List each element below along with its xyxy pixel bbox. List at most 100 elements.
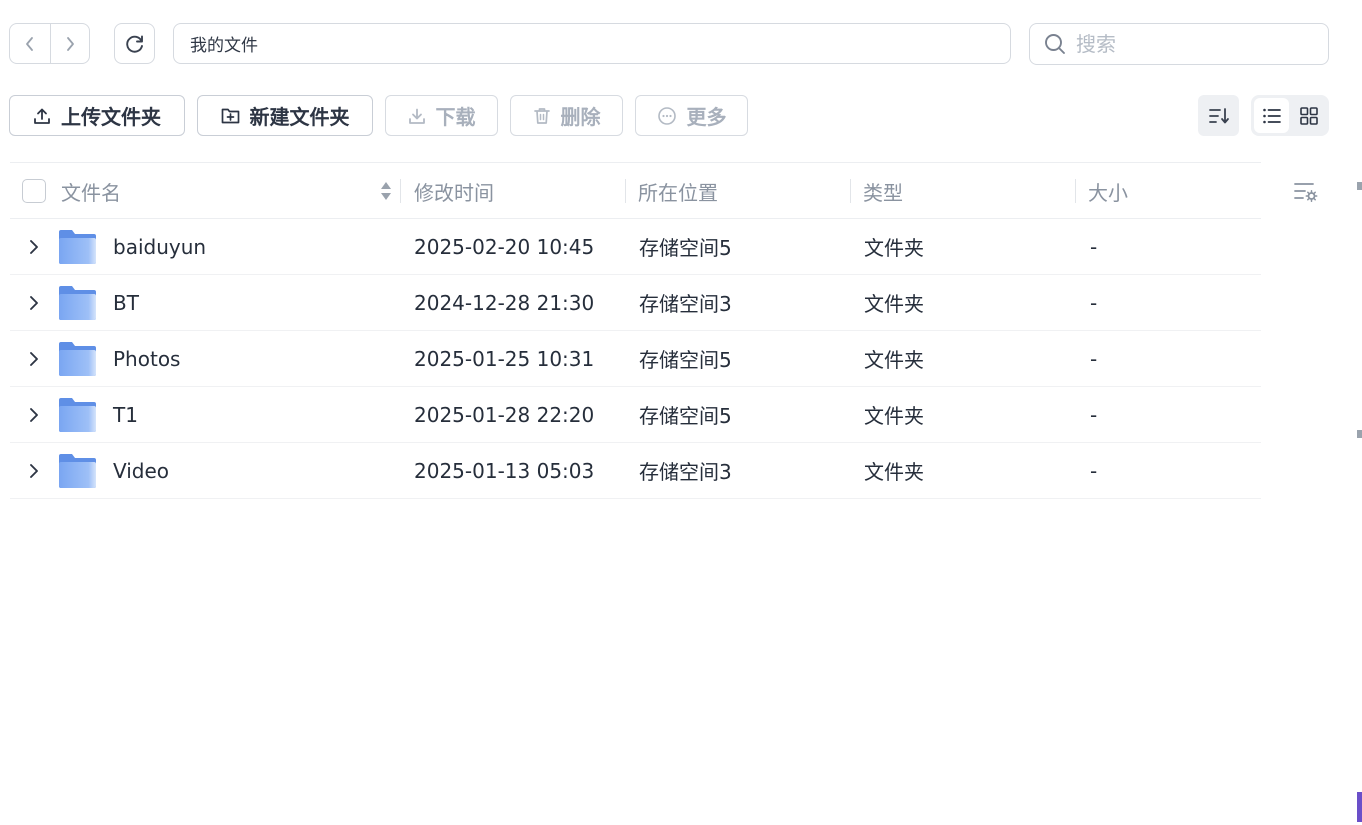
- location: 存储空间5: [639, 348, 732, 372]
- search-box[interactable]: [1029, 23, 1329, 65]
- column-separator[interactable]: [1075, 179, 1076, 203]
- size: -: [1090, 402, 1098, 427]
- window-edge: [1357, 182, 1362, 190]
- grid-view-button[interactable]: [1291, 98, 1326, 133]
- location: 存储空间3: [639, 460, 732, 484]
- column-separator[interactable]: [850, 179, 851, 203]
- column-settings-button[interactable]: [1292, 178, 1320, 206]
- file-name[interactable]: T1: [113, 387, 138, 442]
- type: 文件夹: [864, 236, 924, 260]
- folder-icon: [59, 342, 96, 376]
- table-row[interactable]: Photos 2025-01-25 10:31 存储空间5 文件夹 -: [10, 331, 1261, 387]
- upload-folder-label: 上传文件夹: [61, 105, 161, 129]
- size: -: [1090, 346, 1098, 371]
- folder-icon: [59, 454, 96, 488]
- back-button[interactable]: [10, 24, 50, 63]
- column-settings-icon: [1294, 183, 1318, 202]
- column-type-label: 类型: [863, 180, 903, 205]
- table-row[interactable]: BT 2024-12-28 21:30 存储空间3 文件夹 -: [10, 275, 1261, 331]
- sort-icon: [1208, 107, 1229, 123]
- upload-folder-button[interactable]: 上传文件夹: [9, 95, 185, 136]
- column-name-label: 文件名: [61, 180, 121, 205]
- download-label: 下载: [435, 105, 476, 129]
- modified-time: 2025-01-13 05:03: [414, 458, 595, 483]
- column-header-size[interactable]: 大小: [1088, 163, 1128, 219]
- new-folder-label: 新建文件夹: [249, 105, 350, 129]
- column-separator[interactable]: [625, 179, 626, 203]
- column-header-name[interactable]: 文件名: [61, 163, 121, 219]
- list-view-button[interactable]: [1254, 98, 1289, 133]
- column-header-type[interactable]: 类型: [863, 163, 903, 219]
- path-current: 我的文件: [190, 36, 258, 56]
- view-toggle: [1251, 95, 1329, 136]
- delete-button[interactable]: 删除: [510, 95, 623, 136]
- chevron-right-icon: [30, 352, 38, 366]
- location: 存储空间5: [639, 404, 732, 428]
- chevron-right-icon: [30, 240, 38, 254]
- file-name[interactable]: Photos: [113, 331, 180, 386]
- more-label: 更多: [686, 105, 727, 129]
- folder-icon: [59, 398, 96, 432]
- expand-toggle[interactable]: [24, 460, 44, 482]
- column-separator[interactable]: [400, 179, 401, 203]
- chevron-right-icon: [30, 296, 38, 310]
- delete-label: 删除: [560, 105, 601, 129]
- download-icon: [408, 108, 425, 124]
- type: 文件夹: [864, 348, 924, 372]
- path-bar[interactable]: 我的文件: [173, 23, 1011, 64]
- upload-icon: [34, 108, 50, 124]
- download-button[interactable]: 下载: [385, 95, 498, 136]
- search-icon: [1045, 34, 1065, 54]
- modified-time: 2025-01-28 22:20: [414, 402, 595, 427]
- chevron-right-icon: [30, 408, 38, 422]
- column-header-modified[interactable]: 修改时间: [414, 163, 494, 219]
- list-icon: [1262, 108, 1281, 123]
- folder-icon: [59, 286, 96, 320]
- refresh-icon: [125, 35, 143, 53]
- folder-icon: [59, 230, 96, 264]
- column-modified-label: 修改时间: [414, 180, 494, 205]
- select-all-checkbox[interactable]: [22, 179, 46, 203]
- type: 文件夹: [864, 292, 924, 316]
- modified-time: 2025-01-25 10:31: [414, 346, 595, 371]
- expand-toggle[interactable]: [24, 236, 44, 258]
- file-name[interactable]: baiduyun: [113, 219, 206, 274]
- history-nav: [9, 23, 90, 64]
- table-header: 文件名 修改时间 所在位置 类型 大小: [10, 162, 1261, 219]
- more-icon: [657, 106, 676, 125]
- type: 文件夹: [864, 460, 924, 484]
- new-folder-button[interactable]: 新建文件夹: [197, 95, 373, 136]
- column-size-label: 大小: [1088, 180, 1128, 205]
- search-input[interactable]: [1076, 32, 1296, 56]
- column-header-location[interactable]: 所在位置: [638, 163, 718, 219]
- grid-icon: [1299, 106, 1318, 125]
- more-button[interactable]: 更多: [635, 95, 748, 136]
- size: -: [1090, 290, 1098, 315]
- expand-toggle[interactable]: [24, 404, 44, 426]
- sort-button[interactable]: [1198, 95, 1239, 136]
- table-row[interactable]: T1 2025-01-28 22:20 存储空间5 文件夹 -: [10, 387, 1261, 443]
- forward-button[interactable]: [49, 24, 90, 63]
- table-row[interactable]: Video 2025-01-13 05:03 存储空间3 文件夹 -: [10, 443, 1261, 499]
- chevron-left-icon: [25, 36, 33, 51]
- file-name[interactable]: BT: [113, 275, 139, 330]
- column-location-label: 所在位置: [638, 180, 718, 205]
- size: -: [1090, 234, 1098, 259]
- window-edge: [1357, 430, 1362, 438]
- modified-time: 2025-02-20 10:45: [414, 234, 595, 259]
- expand-toggle[interactable]: [24, 292, 44, 314]
- window-edge: [1357, 792, 1362, 822]
- modified-time: 2024-12-28 21:30: [414, 290, 595, 315]
- file-name[interactable]: Video: [113, 443, 169, 498]
- size: -: [1090, 458, 1098, 483]
- expand-toggle[interactable]: [24, 348, 44, 370]
- chevron-right-icon: [30, 464, 38, 478]
- location: 存储空间5: [639, 236, 732, 260]
- type: 文件夹: [864, 404, 924, 428]
- chevron-right-icon: [66, 36, 74, 51]
- new-folder-icon: [221, 108, 239, 123]
- table-row[interactable]: baiduyun 2025-02-20 10:45 存储空间5 文件夹 -: [10, 219, 1261, 275]
- refresh-button[interactable]: [114, 23, 155, 64]
- trash-icon: [533, 107, 550, 124]
- sort-toggle-icon[interactable]: [380, 180, 392, 202]
